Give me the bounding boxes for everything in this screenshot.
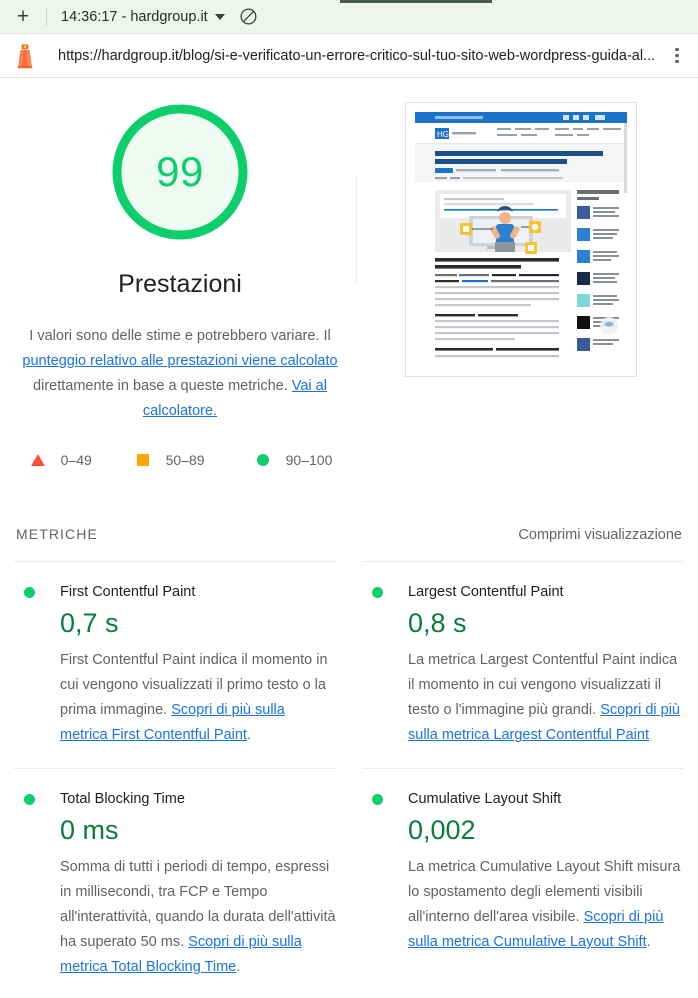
metric-card-fcp: First Contentful Paint 0,7 s First Conte…	[14, 562, 336, 768]
metric-desc-tail: .	[246, 727, 251, 743]
gauge-score: 99	[156, 148, 204, 195]
metrics-header: METRICHE Comprimi visualizzazione	[14, 526, 684, 543]
kebab-menu-icon[interactable]	[664, 41, 690, 71]
square-icon	[136, 454, 149, 466]
block-icon[interactable]	[239, 7, 258, 26]
url-text[interactable]: https://hardgroup.it/blog/si-e-verificat…	[58, 48, 664, 64]
metric-name: First Contentful Paint	[60, 584, 196, 600]
metric-value: 0,8 s	[408, 608, 467, 638]
chevron-down-icon[interactable]	[214, 13, 225, 20]
legend-range-fail: 0–49	[60, 452, 92, 468]
metric-card-cls: Cumulative Layout Shift 0,002 La metrica…	[362, 768, 684, 998]
estimate-line2: direttamente in base a queste metriche.	[33, 378, 292, 394]
performance-score-link[interactable]: punteggio relativo alle prestazioni vien…	[22, 353, 337, 369]
metric-card-tbt: Total Blocking Time 0 ms Somma di tutti …	[14, 768, 336, 998]
legend-range-pass: 90–100	[285, 452, 333, 468]
metric-description: La metrica Cumulative Layout Shift misur…	[408, 855, 684, 955]
status-circle-icon	[24, 793, 35, 805]
browser-urlbar[interactable]: https://hardgroup.it/blog/si-e-verificat…	[0, 34, 698, 78]
summary-section: 99 Prestazioni I valori sono delle stime…	[14, 78, 684, 468]
tab-indicator	[340, 0, 492, 3]
svg-text:HG: HG	[437, 130, 449, 139]
lighthouse-icon	[17, 44, 33, 68]
metric-value: 0 ms	[60, 815, 119, 845]
metric-name: Cumulative Layout Shift	[408, 791, 562, 807]
metrics-title: METRICHE	[16, 526, 98, 542]
circle-icon	[256, 454, 269, 466]
thumbnail-render: HG	[412, 110, 629, 369]
status-circle-icon	[372, 586, 383, 598]
legend-item-fail: 0–49	[30, 452, 137, 468]
gauge-category-label: Prestazioni	[118, 270, 242, 298]
metric-desc-tail: .	[236, 959, 241, 975]
score-legend: 0–49 50–89 90–100	[28, 452, 333, 468]
new-tab-button[interactable]: +	[0, 0, 46, 34]
legend-item-average: 50–89	[136, 452, 257, 468]
metric-name: Total Blocking Time	[60, 791, 185, 807]
estimate-disclaimer: I valori sono delle stime e potrebbero v…	[10, 324, 350, 424]
tab-title[interactable]: 14:36:17 - hardgroup.it	[47, 9, 215, 25]
browser-tabstrip: + 14:36:17 - hardgroup.it	[0, 0, 698, 34]
status-circle-icon	[24, 586, 35, 598]
collapse-view-button[interactable]: Comprimi visualizzazione	[518, 527, 682, 543]
page-screenshot-thumbnail: HG	[404, 102, 637, 377]
metric-value: 0,7 s	[60, 608, 119, 638]
status-circle-icon	[372, 793, 383, 805]
estimate-line1: I valori sono delle stime e potrebbero v…	[29, 328, 331, 344]
performance-gauge-column: 99 Prestazioni I valori sono delle stime…	[14, 98, 346, 468]
metric-desc-tail: .	[646, 934, 651, 950]
page-thumbnail-column: HG	[357, 98, 684, 468]
lighthouse-report: 99 Prestazioni I valori sono delle stime…	[0, 78, 698, 998]
legend-item-pass: 90–100	[256, 452, 333, 468]
metric-description: First Contentful Paint indica il momento…	[60, 648, 336, 748]
metric-description: La metrica Largest Contentful Paint indi…	[408, 648, 684, 748]
triangle-icon	[30, 454, 45, 466]
metrics-grid: First Contentful Paint 0,7 s First Conte…	[14, 562, 684, 998]
legend-range-average: 50–89	[165, 452, 205, 468]
metric-description: Somma di tutti i periodi di tempo, espre…	[60, 855, 336, 980]
metric-value: 0,002	[408, 815, 476, 845]
metric-card-lcp: Largest Contentful Paint 0,8 s La metric…	[362, 562, 684, 768]
metric-name: Largest Contentful Paint	[408, 584, 564, 600]
performance-gauge: 99	[106, 98, 254, 246]
